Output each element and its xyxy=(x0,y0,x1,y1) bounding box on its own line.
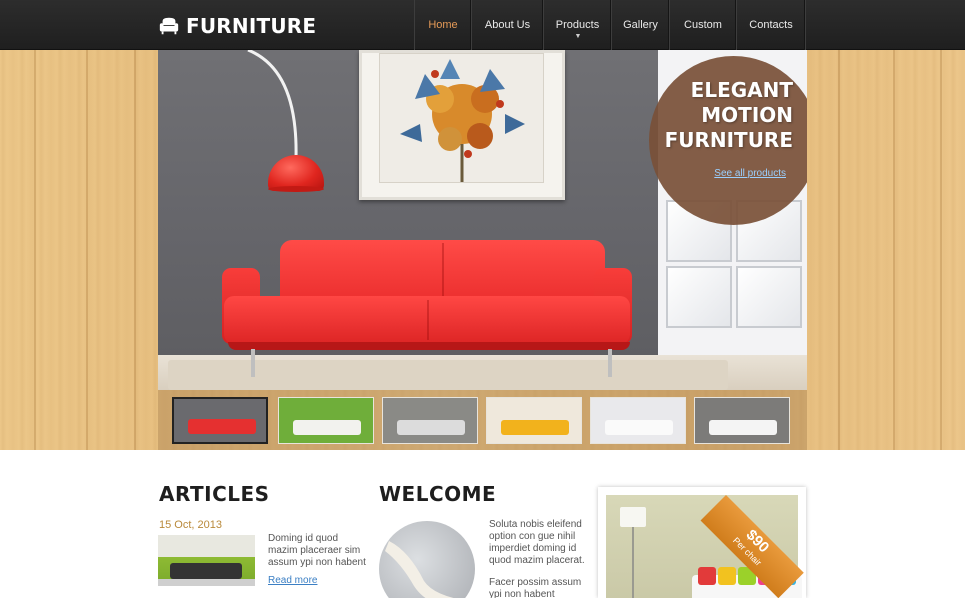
welcome-heading: WELCOME xyxy=(379,482,497,506)
article-line: mazim placeraer sim xyxy=(268,545,361,556)
thumbnail-sofa xyxy=(605,420,673,435)
hero-title: ELEGANT MOTION FURNITURE xyxy=(658,78,793,153)
see-all-products-link[interactable]: See all products xyxy=(678,168,786,179)
thumbnail-sofa xyxy=(188,419,256,434)
plank-divider xyxy=(893,50,895,450)
sofa-seat-seam xyxy=(427,300,429,340)
hero-slider[interactable]: ELEGANT MOTION FURNITURE See all product… xyxy=(158,50,807,390)
lamp-rim xyxy=(268,186,324,192)
thumbnail-4[interactable] xyxy=(590,397,686,444)
nav-products[interactable]: Products ▼ xyxy=(544,0,612,50)
framed-picture xyxy=(359,50,565,200)
plank-divider xyxy=(838,50,840,450)
plank-divider xyxy=(134,50,136,450)
article-excerpt: Doming id quod mazim placeraer sim assum… xyxy=(268,533,366,569)
promo-pillow-red xyxy=(698,567,716,585)
nav-custom[interactable]: Custom xyxy=(670,0,737,50)
site-header: FURNITURE Home About Us Products ▼ Galle… xyxy=(0,0,965,50)
sofa-leg xyxy=(608,349,612,377)
promo-pillow-yellow xyxy=(718,567,736,585)
article-floor xyxy=(158,579,255,586)
nav-contacts-label: Contacts xyxy=(749,19,793,31)
thumbnail-2[interactable] xyxy=(382,397,478,444)
thumbnail-strip xyxy=(158,390,807,450)
nav-home[interactable]: Home xyxy=(415,0,472,50)
articles-heading: ARTICLES xyxy=(159,482,270,506)
plank-divider xyxy=(34,50,36,450)
read-more-link[interactable]: Read more xyxy=(268,575,317,586)
logo[interactable]: FURNITURE xyxy=(158,12,316,40)
thumbnail-sofa xyxy=(501,420,569,435)
hero-title-line: ELEGANT xyxy=(690,78,793,102)
article-date: 15 Oct, 2013 xyxy=(159,519,222,531)
welcome-paragraph-1: Soluta nobis eleifend option con gue nih… xyxy=(489,519,585,567)
welcome-line: option con gue nihil xyxy=(489,531,576,542)
article-line: Doming id quod xyxy=(268,533,339,544)
welcome-line: quod mazim placerat. xyxy=(489,555,585,566)
promo-lamp-pole xyxy=(632,527,634,598)
thumbnail-3[interactable] xyxy=(486,397,582,444)
nav-about-us[interactable]: About Us xyxy=(472,0,544,50)
content-area xyxy=(0,450,965,598)
hero-title-line: MOTION xyxy=(701,103,793,127)
thumbnail-sofa xyxy=(293,420,361,435)
flower-painting xyxy=(379,53,544,183)
arc-lamp-icon xyxy=(247,50,298,159)
flower-bouquet-icon xyxy=(400,59,525,182)
plank-divider xyxy=(86,50,88,450)
nav-about-us-label: About Us xyxy=(484,19,531,31)
promo-lamp-shade xyxy=(620,507,646,527)
thumbnail-sofa xyxy=(709,420,777,435)
welcome-paragraph-2: Facer possim assum ypi non habent xyxy=(489,577,581,598)
main-nav: Home About Us Products ▼ Gallery Custom … xyxy=(414,0,806,50)
sofa-leg xyxy=(251,349,255,377)
welcome-line: Facer possim assum xyxy=(489,577,582,588)
window-pane xyxy=(736,266,802,328)
promo-card[interactable]: $90 Per chair xyxy=(598,487,806,598)
article-line: assum ypi non habent xyxy=(268,557,366,568)
armchair-icon xyxy=(159,17,179,35)
plank-divider xyxy=(940,50,942,450)
thumbnail-0[interactable] xyxy=(172,397,268,444)
thumbnail-sofa xyxy=(397,420,465,435)
article-dark-sofa xyxy=(170,563,242,579)
nav-custom-label: Custom xyxy=(684,19,722,31)
article-thumbnail[interactable] xyxy=(158,535,255,586)
nav-home-label: Home xyxy=(428,19,458,31)
welcome-line: ypi non habent xyxy=(489,589,555,598)
chevron-down-icon: ▼ xyxy=(574,33,582,40)
sofa-base xyxy=(228,342,630,350)
welcome-line: imperdiet doming id xyxy=(489,543,577,554)
thumbnail-5[interactable] xyxy=(694,397,790,444)
article-wall-shelf xyxy=(158,535,255,557)
welcome-line: Soluta nobis eleifend xyxy=(489,519,582,530)
thumbnail-1[interactable] xyxy=(278,397,374,444)
nav-contacts[interactable]: Contacts xyxy=(737,0,806,50)
nav-gallery[interactable]: Gallery xyxy=(612,0,670,50)
window-pane xyxy=(666,266,732,328)
nav-products-label: Products xyxy=(555,19,600,31)
logo-text: FURNITURE xyxy=(186,14,317,38)
hero-title-line: FURNITURE xyxy=(664,128,793,152)
nav-gallery-label: Gallery xyxy=(623,19,658,31)
